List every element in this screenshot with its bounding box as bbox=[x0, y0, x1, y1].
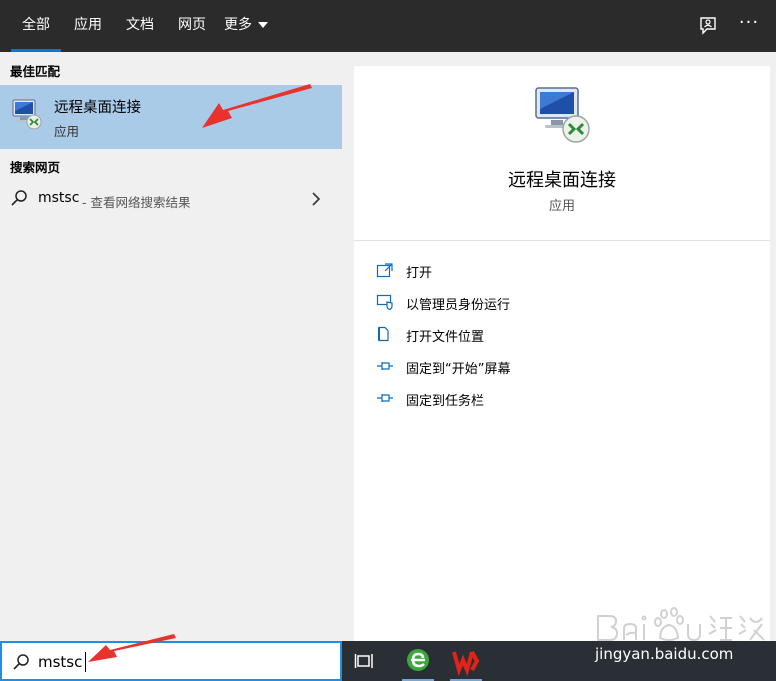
details-pane: 远程桌面连接 应用 打开 以管理员身份运行 打开文件位置 固定到“开始”屏幕 固… bbox=[354, 66, 770, 641]
action-run-as-admin[interactable]: 以管理员身份运行 bbox=[354, 289, 770, 317]
tab-apps-label: 应用 bbox=[74, 17, 102, 33]
action-open[interactable]: 打开 bbox=[354, 257, 770, 285]
task-view-button[interactable] bbox=[354, 651, 376, 671]
web-search-query: mstsc bbox=[38, 190, 80, 206]
wps-office-icon bbox=[452, 651, 480, 677]
tab-all-label: 全部 bbox=[22, 17, 50, 33]
feedback-button[interactable] bbox=[693, 12, 723, 40]
remote-desktop-icon bbox=[535, 87, 590, 143]
remote-desktop-icon bbox=[12, 99, 42, 130]
chevron-down-icon bbox=[258, 22, 268, 28]
browser-taskbar-button[interactable] bbox=[398, 641, 438, 681]
tab-documents-label: 文档 bbox=[126, 17, 154, 33]
search-web-heading: 搜索网页 bbox=[10, 160, 61, 175]
details-title: 远程桌面连接 bbox=[508, 170, 616, 191]
pin-icon bbox=[377, 394, 393, 402]
action-pin-to-start-label: 固定到“开始”屏幕 bbox=[406, 362, 511, 377]
text-cursor bbox=[85, 652, 86, 672]
action-open-file-location[interactable]: 打开文件位置 bbox=[354, 321, 770, 349]
open-icon bbox=[376, 263, 393, 278]
task-view-icon bbox=[354, 654, 373, 668]
feedback-icon bbox=[700, 17, 716, 35]
results-pane: 最佳匹配 远程桌面连接 应用 搜索网页 mstsc - 查看网络搜索结果 bbox=[0, 52, 342, 641]
action-pin-to-taskbar[interactable]: 固定到任务栏 bbox=[354, 385, 770, 413]
search-tab-bar: 全部 应用 文档 网页 更多 ··· bbox=[0, 0, 776, 52]
action-open-label: 打开 bbox=[406, 266, 433, 281]
pin-icon bbox=[377, 362, 393, 370]
search-box[interactable] bbox=[0, 641, 342, 681]
tab-apps[interactable]: 应用 bbox=[66, 0, 110, 52]
tab-web-label: 网页 bbox=[178, 17, 206, 33]
tab-more[interactable]: 更多 bbox=[224, 0, 282, 52]
tab-all[interactable]: 全部 bbox=[11, 0, 61, 52]
tab-more-label: 更多 bbox=[224, 17, 252, 33]
web-search-hint: - 查看网络搜索结果 bbox=[82, 195, 191, 210]
action-run-as-admin-label: 以管理员身份运行 bbox=[406, 298, 511, 313]
best-match-heading: 最佳匹配 bbox=[10, 64, 61, 79]
search-icon bbox=[11, 190, 27, 206]
wps-taskbar-button[interactable] bbox=[446, 641, 486, 681]
action-pin-to-taskbar-label: 固定到任务栏 bbox=[406, 394, 485, 409]
search-input[interactable] bbox=[38, 650, 318, 674]
more-options-button[interactable]: ··· bbox=[734, 12, 764, 40]
best-match-result[interactable]: 远程桌面连接 应用 bbox=[0, 85, 342, 149]
best-match-name: 远程桌面连接 bbox=[54, 100, 141, 116]
chevron-right-icon bbox=[312, 192, 321, 206]
details-subtitle: 应用 bbox=[548, 199, 575, 214]
tab-web[interactable]: 网页 bbox=[170, 0, 214, 52]
web-search-result[interactable]: mstsc - 查看网络搜索结果 bbox=[0, 183, 342, 215]
best-match-type: 应用 bbox=[54, 124, 80, 139]
search-icon bbox=[13, 654, 29, 670]
browser-icon bbox=[407, 649, 429, 671]
admin-shield-icon bbox=[376, 294, 393, 310]
action-pin-to-start[interactable]: 固定到“开始”屏幕 bbox=[354, 353, 770, 381]
details-divider bbox=[354, 240, 770, 241]
action-open-file-location-label: 打开文件位置 bbox=[406, 330, 485, 345]
file-location-icon bbox=[378, 326, 389, 342]
tab-documents[interactable]: 文档 bbox=[118, 0, 162, 52]
watermark-url: jingyan.baidu.com bbox=[595, 645, 734, 663]
